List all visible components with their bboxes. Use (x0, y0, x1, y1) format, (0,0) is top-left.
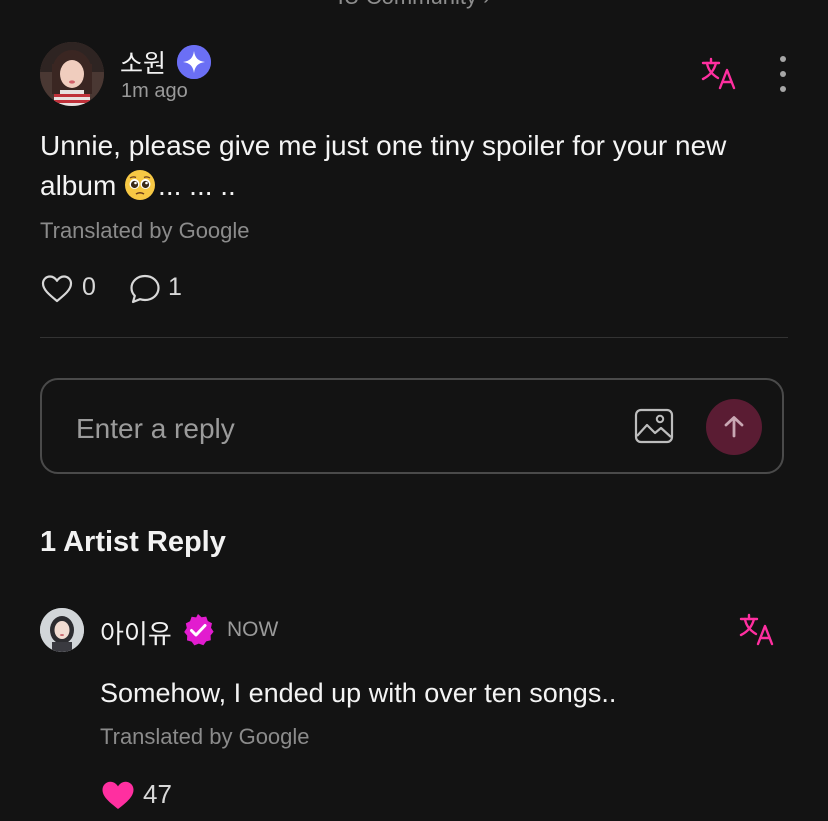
reply-composer (40, 378, 784, 474)
community-breadcrumb[interactable]: IU Community › (0, 0, 828, 10)
more-vertical-icon[interactable] (772, 56, 794, 92)
post-detail-page: IU Community › 소원 1m ago (0, 0, 828, 821)
avatar[interactable] (40, 42, 104, 106)
post-timestamp: 1m ago (121, 80, 188, 102)
divider (40, 337, 788, 338)
post-text-line-2: album ... ... .. (40, 166, 236, 206)
artist-name[interactable]: 아이유 (100, 614, 172, 651)
verified-check-icon (180, 612, 216, 648)
reply-input[interactable] (74, 408, 578, 450)
translated-by-google-note: Translated by Google (40, 218, 250, 243)
pleading-face-icon (124, 169, 156, 201)
artist-reply-section-title: 1 Artist Reply (40, 526, 226, 558)
comment-count: 1 (168, 273, 182, 301)
post-text: Unnie, please give me just one tiny spoi… (40, 130, 727, 161)
post-text-tail: ... ... .. (158, 170, 236, 201)
image-icon[interactable] (634, 408, 674, 444)
artist-reply-timestamp: NOW (227, 618, 279, 641)
artist-reply-text: Somehow, I ended up with over ten songs.… (100, 678, 617, 708)
translated-by-google-note: Translated by Google (100, 724, 310, 749)
post-author-name[interactable]: 소원 (120, 44, 166, 80)
post-text-word-album: album (40, 170, 125, 201)
translate-icon[interactable] (700, 56, 738, 92)
like-count: 0 (82, 273, 96, 301)
sparkle-badge-icon (177, 45, 211, 79)
translate-icon[interactable] (738, 612, 776, 648)
post-text-block: Unnie, please give me just one tiny spoi… (40, 126, 790, 166)
arrow-up-icon (724, 416, 744, 438)
artist-avatar[interactable] (40, 608, 84, 652)
comment-bubble-icon[interactable] (128, 272, 162, 306)
heart-filled-icon[interactable] (100, 778, 136, 812)
artist-reply-like-count: 47 (143, 779, 172, 809)
heart-outline-icon[interactable] (40, 272, 74, 306)
send-button[interactable] (706, 399, 762, 455)
